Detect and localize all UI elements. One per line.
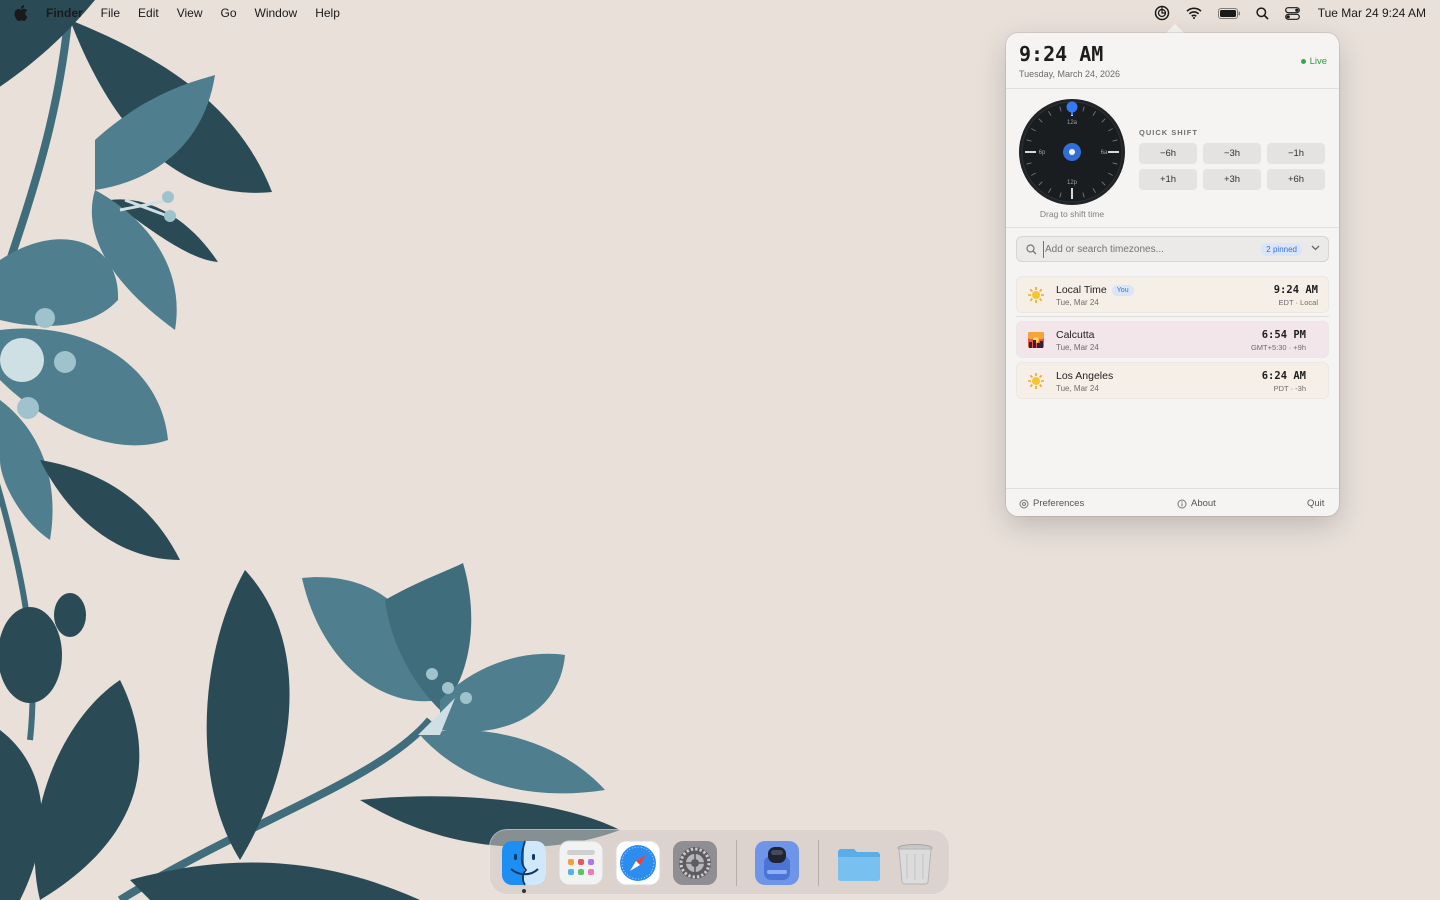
- about-button[interactable]: About: [1177, 498, 1216, 509]
- timezone-app-icon[interactable]: [1154, 5, 1170, 21]
- live-label: Live: [1309, 56, 1327, 67]
- time-shift-dial[interactable]: 12a 6a 12p 6p: [1018, 98, 1126, 206]
- shift-plus-1h-button[interactable]: +1h: [1139, 169, 1197, 190]
- timezone-time: 9:24 AM: [1273, 284, 1318, 296]
- timezone-date: Tue, Mar 24: [1056, 343, 1099, 352]
- preferences-button[interactable]: Preferences: [1019, 498, 1084, 509]
- dial-label-bottom: 12p: [1067, 180, 1078, 186]
- timezone-city: Los Angeles: [1056, 370, 1113, 382]
- trash-icon[interactable]: [892, 840, 938, 886]
- dial-section: 12a 6a 12p 6p Drag to shift time QUICK S…: [1006, 90, 1339, 228]
- sunset-icon: [1027, 331, 1045, 349]
- info-icon: [1177, 499, 1187, 508]
- spotlight-search-icon[interactable]: [1256, 6, 1269, 20]
- dock-divider: [736, 840, 737, 886]
- timezone-date: Tue, Mar 24: [1056, 298, 1099, 307]
- timezone-app-dock-icon[interactable]: [754, 840, 800, 886]
- timezone-time: 6:54 PM: [1261, 329, 1306, 341]
- timezone-popover: 9:24 AM Tuesday, March 24, 2026 Live 12a…: [1006, 33, 1339, 516]
- search-input[interactable]: [1043, 241, 1253, 258]
- menu-help[interactable]: Help: [315, 6, 340, 20]
- quit-label: Quit: [1307, 498, 1325, 509]
- timezone-city: Calcutta: [1056, 329, 1095, 341]
- apple-logo-icon[interactable]: [14, 5, 28, 21]
- timezone-list: Local Time You Tue, Mar 24 9:24 AM EDT · Loc…: [1016, 276, 1329, 403]
- quit-button[interactable]: Quit: [1307, 498, 1324, 509]
- live-indicator: Live: [1300, 56, 1327, 67]
- timezone-offset: EDT · Local: [1278, 298, 1318, 307]
- popover-header: 9:24 AM Tuesday, March 24, 2026 Live: [1006, 33, 1339, 89]
- shift-plus-6h-button[interactable]: +6h: [1267, 169, 1325, 190]
- shift-minus-6h-button[interactable]: −6h: [1139, 143, 1197, 164]
- timezone-offset: GMT+5:30 · +9h: [1250, 343, 1306, 352]
- drag-hint: Drag to shift time: [1039, 209, 1105, 219]
- timezone-row[interactable]: Calcutta Tue, Mar 24 6:54 PM GMT+5:30 · +9h: [1016, 321, 1329, 358]
- search-icon: [1026, 244, 1037, 255]
- wifi-icon[interactable]: [1186, 7, 1202, 19]
- menu-view[interactable]: View: [177, 6, 203, 20]
- timezone-row[interactable]: Los Angeles Tue, Mar 24 6:24 AM PDT · -3h: [1016, 362, 1329, 399]
- quick-shift-label: QUICK SHIFT: [1139, 128, 1198, 137]
- current-time: 9:24 AM: [1019, 42, 1104, 66]
- shift-plus-3h-button[interactable]: +3h: [1203, 169, 1261, 190]
- system-settings-icon[interactable]: [672, 840, 718, 886]
- about-label: About: [1191, 498, 1216, 509]
- live-dot-icon: [1300, 59, 1306, 64]
- preferences-label: Preferences: [1033, 498, 1085, 509]
- sun-icon: [1027, 372, 1045, 390]
- current-date: Tuesday, March 24, 2026: [1019, 69, 1121, 79]
- local-separator: [1016, 316, 1329, 317]
- launchpad-icon[interactable]: [558, 840, 604, 886]
- menu-window[interactable]: Window: [255, 6, 298, 20]
- finder-running-indicator: [522, 889, 526, 893]
- dial-label-left: 6p: [1039, 150, 1046, 156]
- timezone-city-label: Calcutta: [1056, 329, 1095, 341]
- dial-label-right: 6a: [1101, 150, 1108, 156]
- pinned-badge: 2 pinned: [1261, 243, 1302, 256]
- menu-app-name[interactable]: Finder: [46, 6, 83, 20]
- finder-icon[interactable]: [501, 840, 547, 886]
- timezone-city: Local Time You: [1056, 284, 1134, 296]
- gear-icon: [1019, 499, 1029, 508]
- safari-icon[interactable]: [615, 840, 661, 886]
- dock: [489, 829, 950, 895]
- menu-edit[interactable]: Edit: [138, 6, 159, 20]
- popover-footer: Preferences About Quit: [1006, 488, 1339, 516]
- menu-bar: Finder File Edit View Go Window Help Tue…: [0, 0, 1440, 26]
- timezone-row[interactable]: Local Time You Tue, Mar 24 9:24 AM EDT · Loc…: [1016, 276, 1329, 313]
- downloads-folder-icon[interactable]: [836, 840, 882, 886]
- timezone-time: 6:24 AM: [1261, 370, 1306, 382]
- menu-bar-clock[interactable]: Tue Mar 24 9:24 AM: [1318, 6, 1426, 20]
- dial-label-top: 12a: [1067, 120, 1078, 126]
- shift-minus-1h-button[interactable]: −1h: [1267, 143, 1325, 164]
- dock-divider: [818, 840, 819, 886]
- timezone-date: Tue, Mar 24: [1056, 384, 1099, 393]
- sun-icon: [1027, 286, 1045, 304]
- chevron-down-icon[interactable]: [1311, 245, 1320, 251]
- battery-icon[interactable]: [1217, 7, 1240, 19]
- timezone-offset: PDT · -3h: [1273, 384, 1306, 393]
- menu-go[interactable]: Go: [221, 6, 237, 20]
- shift-minus-3h-button[interactable]: −3h: [1203, 143, 1261, 164]
- you-badge: You: [1111, 285, 1134, 296]
- menu-file[interactable]: File: [101, 6, 120, 20]
- timezone-search: 2 pinned: [1016, 236, 1329, 262]
- quick-shift-grid: −6h −3h −1h +1h +3h +6h: [1139, 143, 1326, 190]
- timezone-city-label: Local Time: [1056, 284, 1107, 296]
- control-center-icon[interactable]: [1284, 6, 1300, 20]
- timezone-city-label: Los Angeles: [1056, 370, 1114, 382]
